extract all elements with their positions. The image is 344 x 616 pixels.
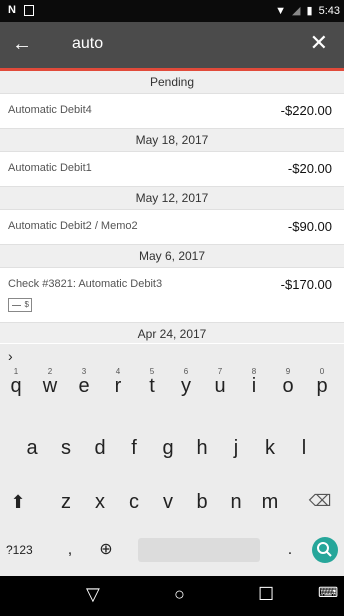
nav-recent-icon[interactable]: ☐ <box>258 584 274 605</box>
status-time: 5:43 <box>318 4 340 17</box>
key-comma[interactable]: , <box>56 530 84 570</box>
key-o[interactable]: 9o <box>274 366 302 406</box>
key-n[interactable]: n <box>222 482 250 522</box>
key-q[interactable]: 1q <box>2 366 30 406</box>
key-h[interactable]: h <box>188 428 216 468</box>
wifi-icon: ▼ <box>275 4 287 17</box>
nav-back-icon[interactable]: ▽ <box>86 584 100 605</box>
status-bar: N ▼ ◢ ▮ 5:43 <box>0 0 344 22</box>
key-x[interactable]: x <box>86 482 114 522</box>
transaction-amount: -$220.00 <box>280 103 332 118</box>
close-icon[interactable]: ✕ <box>310 31 328 55</box>
transaction-row[interactable]: Automatic Debit1 -$20.00 <box>0 151 344 187</box>
key-z[interactable]: z <box>52 482 80 522</box>
transaction-description: Check #3821: Automatic Debit3 <box>8 278 163 290</box>
key-e[interactable]: 3e <box>70 366 98 406</box>
transaction-description: Automatic Debit1 <box>8 162 92 174</box>
soft-keyboard: › 1q 2w 3e 4r 5t 6y 7u 8i 9o 0p a s d f … <box>0 344 344 576</box>
key-d[interactable]: d <box>86 428 114 468</box>
transaction-amount: -$90.00 <box>287 219 332 234</box>
date-header: Pending <box>0 71 344 93</box>
key-l[interactable]: l <box>290 428 318 468</box>
search-icon[interactable] <box>312 537 338 563</box>
key-p[interactable]: 0p <box>308 366 336 406</box>
nav-home-icon[interactable]: ○ <box>174 584 185 605</box>
key-c[interactable]: c <box>120 482 148 522</box>
signal-icon: ◢ <box>292 5 301 17</box>
date-header: May 18, 2017 <box>0 129 344 151</box>
transaction-description: Automatic Debit4 <box>8 104 92 116</box>
back-arrow-icon[interactable]: ← <box>12 32 32 56</box>
key-period[interactable]: . <box>276 530 304 570</box>
key-s[interactable]: s <box>52 428 80 468</box>
chevron-right-icon[interactable]: › <box>8 348 13 364</box>
key-v[interactable]: v <box>154 482 182 522</box>
keyboard-icon[interactable]: ⌨ <box>318 584 338 601</box>
search-query[interactable]: auto <box>72 35 103 53</box>
keyboard-row-2: a s d f g h j k l <box>0 428 344 468</box>
date-header: Apr 24, 2017 <box>0 323 344 343</box>
status-right: ▼ ◢ ▮ 5:43 <box>275 4 340 18</box>
transaction-amount: -$20.00 <box>287 161 332 176</box>
key-k[interactable]: k <box>256 428 284 468</box>
key-t[interactable]: 5t <box>138 366 166 406</box>
status-left: N <box>8 4 34 16</box>
shift-icon[interactable]: ⬆ <box>4 482 32 522</box>
key-r[interactable]: 4r <box>104 366 132 406</box>
keyboard-row-3: ⬆ z x c v b n m ⌫ <box>0 482 344 522</box>
key-j[interactable]: j <box>222 428 250 468</box>
key-f[interactable]: f <box>120 428 148 468</box>
n-icon: N <box>8 4 16 16</box>
spacebar[interactable] <box>138 538 260 562</box>
notification-icon <box>23 4 34 16</box>
transaction-list[interactable]: Pending Automatic Debit4 -$220.00 May 18… <box>0 71 344 343</box>
battery-icon: ▮ <box>306 5 313 17</box>
transaction-amount: -$170.00 <box>280 277 332 292</box>
transaction-row[interactable]: Automatic Debit4 -$220.00 <box>0 93 344 129</box>
key-a[interactable]: a <box>18 428 46 468</box>
key-b[interactable]: b <box>188 482 216 522</box>
globe-icon[interactable]: ⊕ <box>92 530 120 570</box>
key-g[interactable]: g <box>154 428 182 468</box>
backspace-icon[interactable]: ⌫ <box>306 482 334 522</box>
transaction-description: Automatic Debit2 / Memo2 <box>8 220 138 232</box>
check-image-icon[interactable]: $ <box>8 298 32 312</box>
key-y[interactable]: 6y <box>172 366 200 406</box>
key-i[interactable]: 8i <box>240 366 268 406</box>
transaction-row[interactable]: Automatic Debit2 / Memo2 -$90.00 <box>0 209 344 245</box>
search-toolbar: ← auto ✕ <box>0 22 344 68</box>
key-u[interactable]: 7u <box>206 366 234 406</box>
keyboard-row-1: 1q 2w 3e 4r 5t 6y 7u 8i 9o 0p <box>0 366 344 406</box>
transaction-row[interactable]: Check #3821: Automatic Debit3 -$170.00 $ <box>0 267 344 323</box>
keyboard-row-4: ?123 , ⊕ . <box>0 530 344 570</box>
date-header: May 12, 2017 <box>0 187 344 209</box>
navigation-bar: ▽ ○ ☐ ⌨ <box>0 576 344 616</box>
key-m[interactable]: m <box>256 482 284 522</box>
key-w[interactable]: 2w <box>36 366 64 406</box>
symbols-key[interactable]: ?123 <box>6 530 33 570</box>
date-header: May 6, 2017 <box>0 245 344 267</box>
